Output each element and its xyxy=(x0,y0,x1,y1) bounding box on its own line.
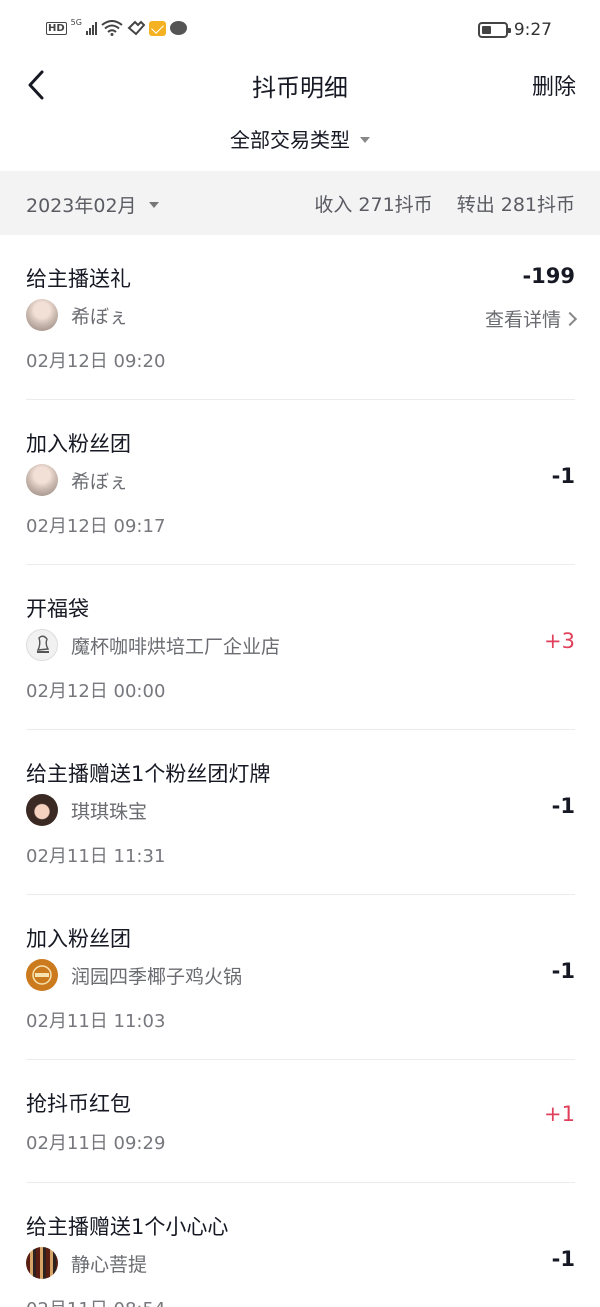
hd-icon: HD xyxy=(46,21,67,35)
transaction-amount: -1 xyxy=(551,794,575,818)
avatar xyxy=(26,1247,58,1279)
month-summary-bar: 2023年02月 收入 271抖币 转出 281抖币 xyxy=(0,171,600,235)
network-type-label: 5G xyxy=(70,17,82,27)
status-icons-left: HD 5G xyxy=(46,17,187,36)
avatar xyxy=(26,299,58,331)
chevron-right-icon xyxy=(562,311,578,326)
user-name: 希ぼぇ xyxy=(71,305,129,328)
transaction-item[interactable]: 给主播送礼 希ぼぇ 02月12日 09:20 -199 查看详情 xyxy=(26,235,578,400)
user-name: 润园四季椰子鸡火锅 xyxy=(71,965,243,988)
month-selector[interactable]: 2023年02月 xyxy=(26,191,159,218)
transaction-item[interactable]: 开福袋 魔杯咖啡烘培工厂企业店 02月12日 00:00 +3 xyxy=(26,565,575,730)
transaction-time: 02月12日 09:17 xyxy=(26,516,166,537)
transaction-user: 琪琪珠宝 xyxy=(26,794,147,826)
filter-label: 全部交易类型 xyxy=(230,128,350,152)
delete-button[interactable]: 删除 xyxy=(532,69,576,101)
hotpot-logo-icon xyxy=(32,965,52,985)
transaction-title: 加入粉丝团 xyxy=(26,432,131,456)
avatar xyxy=(26,794,58,826)
transaction-item[interactable]: 给主播赠送1个粉丝团灯牌 琪琪珠宝 02月11日 11:31 -1 xyxy=(26,730,575,895)
user-name: 静心菩提 xyxy=(71,1253,148,1276)
mail-notification-icon xyxy=(148,20,166,36)
transaction-amount: -199 xyxy=(522,264,575,288)
avatar xyxy=(26,629,58,661)
clock-time: 9:27 xyxy=(513,20,552,40)
transaction-item[interactable]: 给主播赠送1个小心心 静心菩提 02月11日 08:54 -1 xyxy=(26,1183,575,1307)
transaction-title: 给主播赠送1个小心心 xyxy=(26,1215,229,1239)
transaction-amount: +3 xyxy=(544,629,575,653)
wifi-icon xyxy=(101,20,123,36)
transaction-title: 给主播送礼 xyxy=(26,267,131,291)
caret-down-icon xyxy=(360,136,370,143)
transaction-user: 静心菩提 xyxy=(26,1247,147,1279)
month-label: 2023年02月 xyxy=(26,195,137,217)
transaction-time: 02月11日 08:54 xyxy=(26,1295,165,1307)
transaction-amount: -1 xyxy=(551,959,575,983)
transaction-time: 02月11日 11:03 xyxy=(26,1011,166,1032)
transaction-time: 02月12日 09:20 xyxy=(26,351,166,372)
battery-icon xyxy=(477,22,511,38)
transaction-user: 魔杯咖啡烘培工厂企业店 xyxy=(26,629,280,661)
avatar xyxy=(26,959,58,991)
transaction-item[interactable]: 加入粉丝团 希ぼぇ 02月12日 09:17 -1 xyxy=(26,400,575,565)
transaction-time: 02月11日 11:31 xyxy=(26,846,166,867)
transaction-title: 开福袋 xyxy=(26,597,89,621)
transaction-title: 加入粉丝团 xyxy=(26,927,131,951)
totals: 收入 271抖币 转出 281抖币 xyxy=(314,190,575,217)
user-name: 希ぼぇ xyxy=(71,470,129,493)
transaction-title: 抢抖币红包 xyxy=(26,1092,131,1116)
status-bar: HD 5G 9:27 xyxy=(0,0,600,62)
transaction-user: 希ぼぇ xyxy=(26,464,128,496)
transaction-user: 希ぼぇ xyxy=(26,299,128,331)
transaction-amount: +1 xyxy=(544,1102,575,1126)
view-details-label: 查看详情 xyxy=(484,309,561,331)
coffee-logo-icon xyxy=(36,635,50,653)
income-total: 收入 271抖币 xyxy=(314,194,433,216)
transaction-item[interactable]: 抢抖币红包 02月11日 09:29 +1 xyxy=(26,1060,575,1183)
transaction-time: 02月12日 00:00 xyxy=(26,681,166,702)
signal-icon xyxy=(85,21,97,35)
outgoing-total: 转出 281抖币 xyxy=(456,194,575,216)
transaction-list: 给主播送礼 希ぼぇ 02月12日 09:20 -199 查看详情 加入粉丝团 希… xyxy=(0,235,600,1307)
avatar xyxy=(26,464,58,496)
transaction-amount: -1 xyxy=(551,1247,575,1271)
status-icons-right: 9:27 xyxy=(477,20,552,40)
transaction-amount: -1 xyxy=(551,464,575,488)
page-title: 抖币明细 xyxy=(252,74,348,102)
transaction-item[interactable]: 加入粉丝团 润园四季椰子鸡火锅 02月11日 11:03 -1 xyxy=(26,895,575,1060)
nav-bar: 抖币明细 删除 xyxy=(0,62,600,108)
chat-notification-icon xyxy=(169,21,187,35)
transaction-title: 给主播赠送1个粉丝团灯牌 xyxy=(26,762,271,786)
transaction-type-filter[interactable]: 全部交易类型 xyxy=(0,124,600,153)
transaction-time: 02月11日 09:29 xyxy=(26,1133,166,1154)
view-details-link[interactable]: 查看详情 xyxy=(484,305,578,332)
caret-down-icon xyxy=(148,201,159,208)
transaction-user: 润园四季椰子鸡火锅 xyxy=(26,959,242,991)
user-name: 琪琪珠宝 xyxy=(71,800,148,823)
heart-link-icon xyxy=(127,20,145,36)
user-name: 魔杯咖啡烘培工厂企业店 xyxy=(71,635,281,658)
